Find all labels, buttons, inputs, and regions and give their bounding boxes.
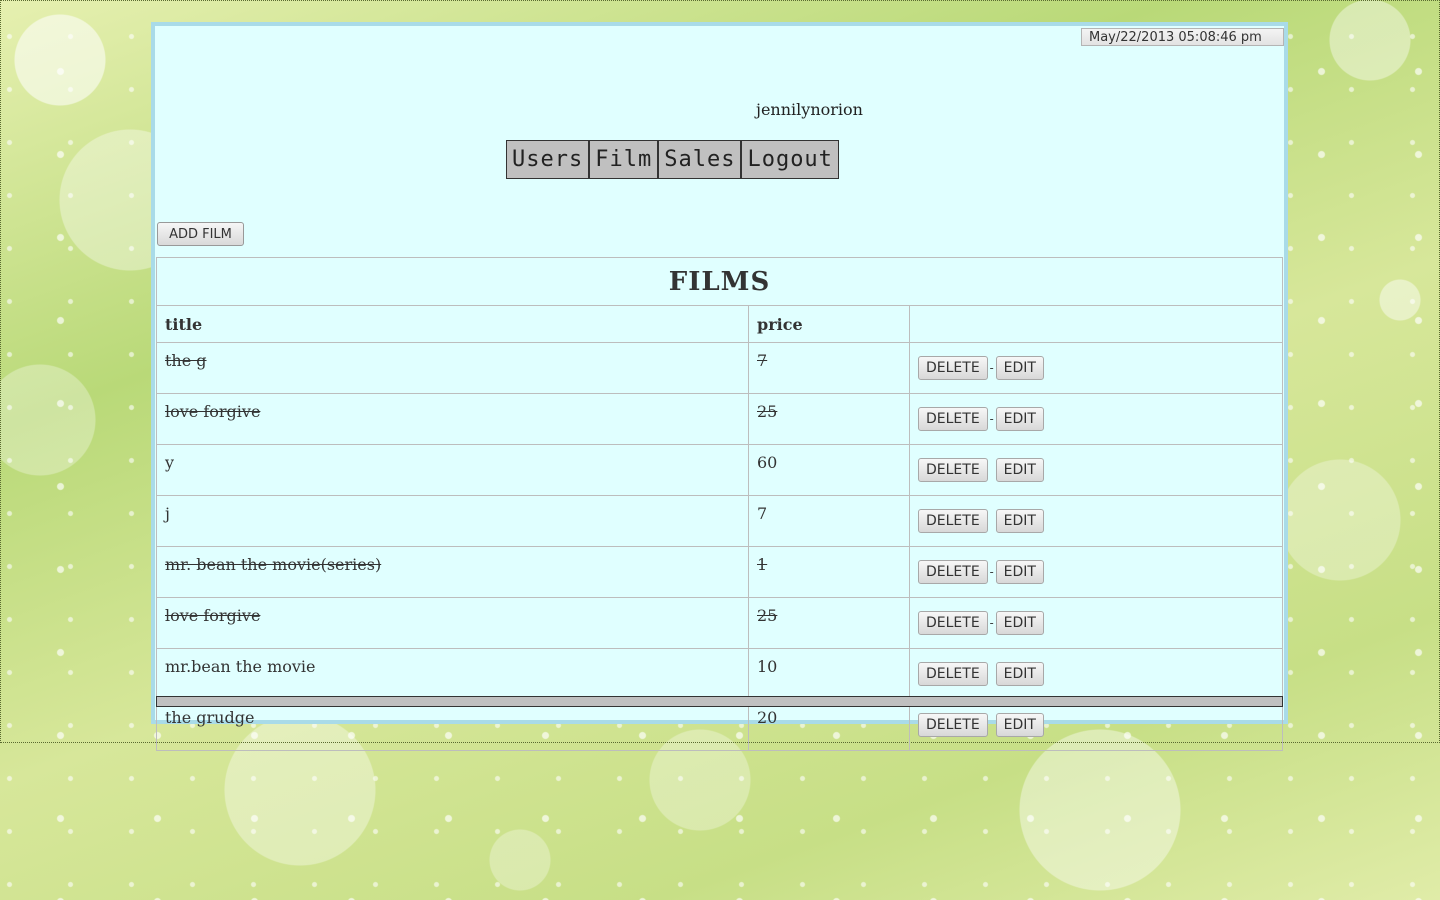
film-title-cell: the grudge [156,699,749,751]
film-actions-cell: DELETE - EDIT [909,342,1283,394]
films-table-body: the g 7 DELETE - EDIT love forgive 25 DELETE - ED… [156,342,1283,751]
film-title-cell: mr.bean the movie [156,648,749,700]
edit-button[interactable]: EDIT [995,356,1044,380]
action-separator: - [989,361,994,375]
action-separator: - [989,412,994,426]
username-label: jennilynorion [756,100,863,119]
films-table: FILMS title price the g 7 DELETE - EDIT love … [156,257,1283,751]
table-row: love forgive 25 DELETE - EDIT [156,597,1283,649]
film-price-cell: 25 [748,597,910,649]
table-row: mr. bean the movie(series) 1 DELETE - EDIT [156,546,1283,598]
edit-button[interactable]: EDIT [995,713,1044,737]
film-actions-cell: DELETE - EDIT [909,546,1283,598]
table-row: love forgive 25 DELETE - EDIT [156,393,1283,445]
film-price-cell: 20 [748,699,910,751]
table-header-row: title price [156,305,1283,343]
edit-button[interactable]: EDIT [995,662,1044,686]
action-separator: - [989,616,994,630]
table-row: the grudge 20 DELETE EDIT [156,699,1283,751]
film-title-cell: mr. bean the movie(series) [156,546,749,598]
delete-button[interactable]: DELETE [918,662,988,686]
nav-item-sales[interactable]: Sales [659,141,743,178]
film-title-cell: y [156,444,749,496]
delete-button[interactable]: DELETE [918,509,988,533]
delete-button[interactable]: DELETE [918,560,988,584]
edit-button[interactable]: EDIT [995,458,1044,482]
footer-bar [156,696,1283,707]
delete-button[interactable]: DELETE [918,356,988,380]
film-title-cell: the g [156,342,749,394]
column-header-actions [909,305,1283,343]
film-actions-cell: DELETE EDIT [909,648,1283,700]
column-header-title: title [156,305,749,343]
edit-button[interactable]: EDIT [995,509,1044,533]
add-film-button[interactable]: ADD FILM [157,222,244,246]
film-price-cell: 10 [748,648,910,700]
film-title-cell: love forgive [156,597,749,649]
table-row: mr.bean the movie 10 DELETE EDIT [156,648,1283,700]
table-row: j 7 DELETE EDIT [156,495,1283,547]
film-title-cell: j [156,495,749,547]
film-title-cell: love forgive [156,393,749,445]
film-actions-cell: DELETE - EDIT [909,597,1283,649]
edit-button[interactable]: EDIT [995,560,1044,584]
nav-item-logout[interactable]: Logout [742,141,838,178]
action-separator: - [989,565,994,579]
film-price-cell: 1 [748,546,910,598]
nav-item-film[interactable]: Film [590,141,660,178]
film-price-cell: 25 [748,393,910,445]
film-price-cell: 60 [748,444,910,496]
film-actions-cell: DELETE EDIT [909,495,1283,547]
film-price-cell: 7 [748,342,910,394]
film-actions-cell: DELETE EDIT [909,699,1283,751]
delete-button[interactable]: DELETE [918,458,988,482]
delete-button[interactable]: DELETE [918,713,988,737]
delete-button[interactable]: DELETE [918,407,988,431]
table-row: the g 7 DELETE - EDIT [156,342,1283,394]
table-caption-row: FILMS [156,257,1283,306]
film-actions-cell: DELETE - EDIT [909,393,1283,445]
main-nav: Users Film Sales Logout [506,140,839,179]
datetime-display: May/22/2013 05:08:46 pm [1081,28,1284,46]
film-actions-cell: DELETE EDIT [909,444,1283,496]
edit-button[interactable]: EDIT [995,611,1044,635]
main-panel: May/22/2013 05:08:46 pm jennilynorion Us… [151,22,1288,751]
table-row: y 60 DELETE EDIT [156,444,1283,496]
table-caption: FILMS [156,257,1283,306]
delete-button[interactable]: DELETE [918,611,988,635]
column-header-price: price [748,305,910,343]
edit-button[interactable]: EDIT [995,407,1044,431]
nav-item-users[interactable]: Users [507,141,591,178]
film-price-cell: 7 [748,495,910,547]
